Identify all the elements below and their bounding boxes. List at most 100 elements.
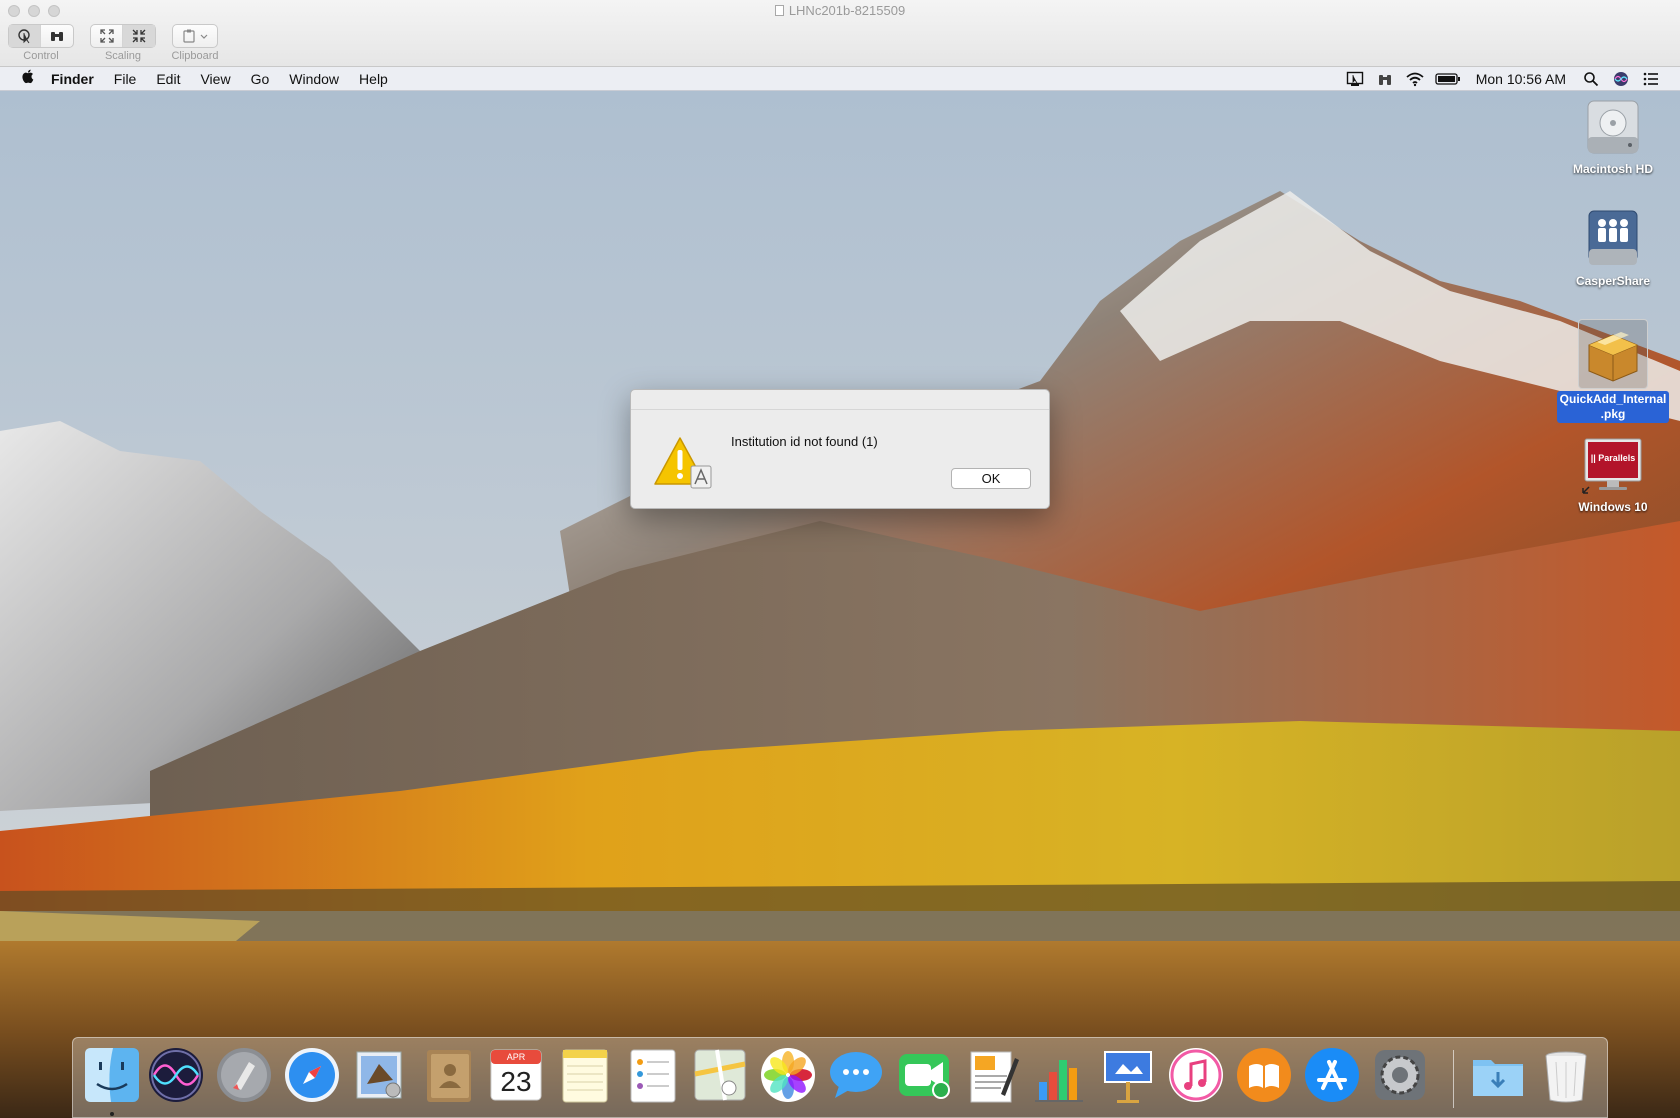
pages-icon [970, 1051, 1019, 1103]
dock-trash[interactable] [1535, 1044, 1597, 1106]
scaling-tool-group [90, 24, 156, 48]
dock: APR 23 [72, 1037, 1608, 1118]
dock-safari[interactable] [281, 1044, 343, 1106]
dock-facetime[interactable] [893, 1044, 955, 1106]
dock-calendar[interactable]: APR 23 [485, 1044, 547, 1106]
search-icon [1584, 72, 1599, 87]
expand-icon [99, 29, 114, 43]
desktop-icon-label: Macintosh HD [1572, 162, 1653, 176]
clipboard-button[interactable] [173, 25, 217, 47]
control-label: Control [23, 50, 59, 62]
dock-app-store[interactable] [1301, 1044, 1363, 1106]
viewer-toolbar: LHNc201b-8215509 Control Scaling Clipboa… [0, 0, 1680, 67]
calendar-month: APR [506, 1052, 526, 1062]
desktop-icon-label: Windows 10 [1578, 500, 1648, 514]
screen-share-icon [1346, 71, 1363, 86]
desktop-icon-quickadd-pkg[interactable]: QuickAdd_Internal .pkg [1554, 319, 1672, 423]
alert-titlebar[interactable] [631, 390, 1049, 410]
itunes-icon [1169, 1048, 1223, 1102]
maps-icon [694, 1049, 746, 1101]
safari-icon [285, 1048, 339, 1102]
dock-separator [1453, 1050, 1454, 1108]
control-mouse-button[interactable] [9, 25, 41, 47]
launchpad-icon [217, 1048, 271, 1102]
desktop-icon-label-selected: QuickAdd_Internal .pkg [1556, 391, 1670, 423]
remote-control-status-icon[interactable] [1340, 67, 1370, 91]
dock-launchpad[interactable] [213, 1044, 275, 1106]
siri-button[interactable] [1606, 67, 1636, 91]
binoculars-icon [1378, 75, 1391, 85]
battery-status-icon[interactable] [1430, 67, 1466, 91]
apple-menu-icon[interactable] [15, 68, 41, 89]
menu-file[interactable]: File [104, 67, 147, 91]
wallpaper-image [0, 91, 1680, 1118]
dock-contacts[interactable] [417, 1044, 479, 1106]
numbers-icon [1035, 1060, 1083, 1102]
dock-finder[interactable] [81, 1044, 143, 1106]
clipboard-icon [183, 29, 208, 43]
contacts-icon [427, 1050, 471, 1102]
dock-keynote[interactable] [1097, 1044, 1159, 1106]
menu-bar: Finder File Edit View Go Window Help Mon… [0, 67, 1680, 91]
dock-system-preferences[interactable] [1369, 1044, 1431, 1106]
ok-button[interactable]: OK [951, 468, 1031, 489]
dock-downloads-stack[interactable] [1467, 1044, 1529, 1106]
menu-go[interactable]: Go [241, 67, 280, 91]
alert-message: Institution id not found (1) [731, 434, 878, 449]
observe-button[interactable] [41, 25, 73, 47]
alert-dialog: Institution id not found (1) OK [630, 389, 1050, 509]
desktop-icon-label: CasperShare [1575, 274, 1651, 288]
viewer-title: LHNc201b-8215509 [0, 3, 1680, 18]
dock-ibooks[interactable] [1233, 1044, 1295, 1106]
warning-triangle-icon [654, 437, 712, 489]
dock-messages[interactable] [825, 1044, 887, 1106]
clipboard-label: Clipboard [171, 50, 219, 62]
spotlight-button[interactable] [1576, 67, 1606, 91]
gear-icon [1375, 1050, 1425, 1100]
hard-drive-icon [1581, 95, 1645, 159]
trash-icon [1545, 1051, 1587, 1103]
desktop-icon-macintosh-hd[interactable]: Macintosh HD [1554, 95, 1672, 178]
desktop[interactable]: Institution id not found (1) OK Macintos… [0, 91, 1680, 1118]
dock-photos[interactable] [757, 1044, 819, 1106]
menu-view[interactable]: View [190, 67, 240, 91]
siri-icon [1614, 72, 1628, 86]
binoculars-icon [51, 32, 63, 41]
messages-icon [830, 1052, 882, 1098]
dock-mail[interactable] [349, 1044, 411, 1106]
document-icon [774, 5, 784, 16]
wifi-status-icon[interactable] [1400, 67, 1430, 91]
finder-icon [85, 1048, 139, 1102]
dock-itunes[interactable] [1165, 1044, 1227, 1106]
app-store-icon [1305, 1048, 1359, 1102]
network-share-svg [1588, 210, 1638, 265]
siri-icon [149, 1048, 203, 1102]
dock-notes[interactable] [553, 1044, 615, 1106]
desktop-icon-windows-10[interactable]: || Parallels Windows 10 [1554, 433, 1672, 516]
dock-numbers[interactable] [1029, 1044, 1091, 1106]
parallels-vm-icon: || Parallels [1581, 433, 1645, 497]
observe-status-icon[interactable] [1370, 67, 1400, 91]
cursor-control-icon [17, 29, 30, 44]
reminders-icon [630, 1049, 676, 1103]
menu-finder[interactable]: Finder [41, 67, 104, 91]
dock-reminders[interactable] [621, 1044, 683, 1106]
clipboard-tool-group [172, 24, 218, 48]
battery-icon [1435, 73, 1460, 85]
desktop-icon-caspershare[interactable]: CasperShare [1554, 207, 1672, 290]
dock-pages[interactable] [961, 1044, 1023, 1106]
menu-edit[interactable]: Edit [146, 67, 190, 91]
package-box-svg [1588, 332, 1638, 382]
wifi-icon [1406, 72, 1424, 87]
keynote-icon [1104, 1051, 1152, 1103]
menu-window[interactable]: Window [279, 67, 349, 91]
dock-siri[interactable] [145, 1044, 207, 1106]
notification-center-button[interactable] [1636, 67, 1666, 91]
status-area: Mon 10:56 AM [1340, 67, 1666, 91]
menu-help[interactable]: Help [349, 67, 398, 91]
fit-to-window-button[interactable] [91, 25, 123, 47]
actual-size-button[interactable] [123, 25, 155, 47]
menu-clock[interactable]: Mon 10:56 AM [1466, 71, 1576, 87]
dock-maps[interactable] [689, 1044, 751, 1106]
calendar-day: 23 [500, 1066, 532, 1097]
